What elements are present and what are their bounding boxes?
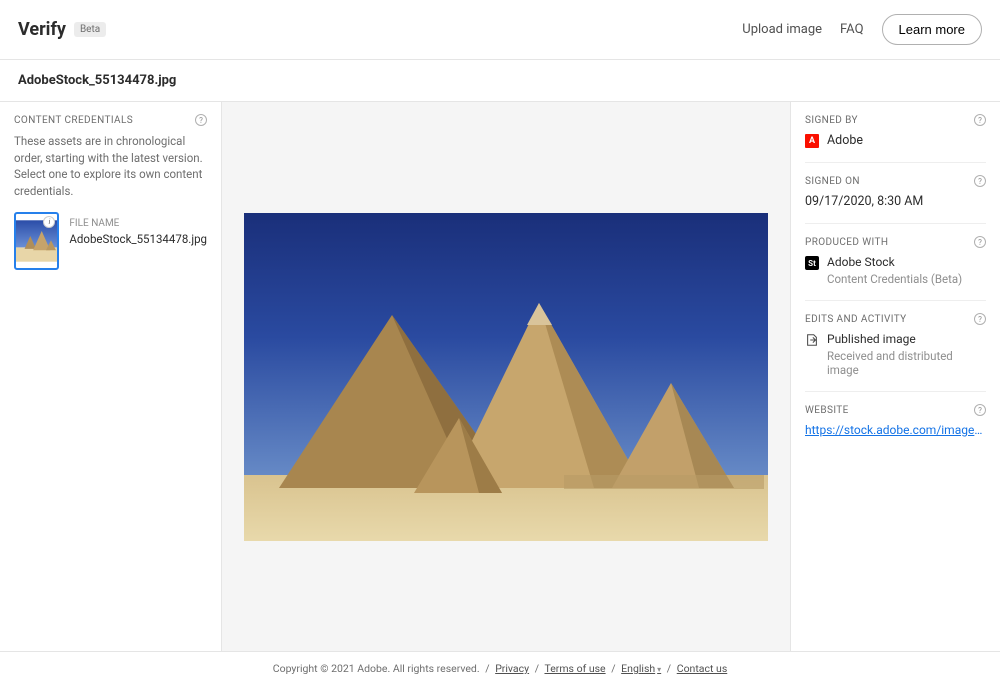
brand-block: Verify Beta <box>18 19 106 40</box>
produced-with-value: Adobe Stock <box>827 255 962 269</box>
right-panel: SIGNED BY ? A Adobe SIGNED ON ? 09/17/20… <box>790 102 1000 651</box>
asset-thumbnail-row: i FILE NAME AdobeStock_55134478.jpg <box>14 212 207 270</box>
website-label: WEBSITE <box>805 405 849 416</box>
upload-image-link[interactable]: Upload image <box>742 22 822 37</box>
adobe-logo-icon: A <box>805 134 819 148</box>
faq-link[interactable]: FAQ <box>840 22 863 37</box>
filename-bar: AdobeStock_55134478.jpg <box>0 60 1000 102</box>
app-header: Verify Beta Upload image FAQ Learn more <box>0 0 1000 60</box>
signed-by-label: SIGNED BY <box>805 115 858 126</box>
activity-subtext: Received and distributed image <box>827 349 986 377</box>
edits-activity-label: EDITS AND ACTIVITY <box>805 314 907 325</box>
produced-with-subtext: Content Credentials (Beta) <box>827 272 962 286</box>
brand-title: Verify <box>18 19 66 40</box>
learn-more-button[interactable]: Learn more <box>882 14 982 45</box>
thumbnail-labels: FILE NAME AdobeStock_55134478.jpg <box>69 212 207 246</box>
help-icon[interactable]: ? <box>974 114 986 126</box>
contact-link[interactable]: Contact us <box>677 662 728 675</box>
page-footer: Copyright © 2021 Adobe. All rights reser… <box>0 651 1000 685</box>
header-right: Upload image FAQ Learn more <box>742 14 982 45</box>
privacy-link[interactable]: Privacy <box>495 662 529 675</box>
signed-by-value: Adobe <box>827 133 863 148</box>
help-icon[interactable]: ? <box>974 313 986 325</box>
language-selector[interactable]: English▾ <box>621 662 661 675</box>
copyright-text: Copyright © 2021 Adobe. All rights reser… <box>273 662 480 675</box>
file-name-label: FILE NAME <box>69 218 207 229</box>
terms-link[interactable]: Terms of use <box>544 662 605 675</box>
main-image <box>244 213 768 541</box>
publish-icon <box>805 333 819 347</box>
left-panel: CONTENT CREDENTIALS ? These assets are i… <box>0 102 222 651</box>
produced-with-label: PRODUCED WITH <box>805 237 888 248</box>
activity-value: Published image <box>827 332 986 346</box>
pyramids-image <box>244 213 768 541</box>
website-link[interactable]: https://stock.adobe.com/images/Image-55I… <box>805 423 986 437</box>
signed-on-value: 09/17/2020, 8:30 AM <box>805 194 986 209</box>
credentials-description: These assets are in chronological order,… <box>14 133 207 200</box>
asset-thumbnail[interactable]: i <box>14 212 59 270</box>
help-icon[interactable]: ? <box>195 114 207 126</box>
signed-on-label: SIGNED ON <box>805 176 860 187</box>
image-viewer <box>222 102 790 651</box>
content-region: CONTENT CREDENTIALS ? These assets are i… <box>0 102 1000 651</box>
content-credentials-label: CONTENT CREDENTIALS <box>14 115 133 126</box>
file-name-value: AdobeStock_55134478.jpg <box>69 232 207 246</box>
beta-badge: Beta <box>74 22 106 37</box>
help-icon[interactable]: ? <box>974 404 986 416</box>
adobe-stock-icon: St <box>805 256 819 270</box>
help-icon[interactable]: ? <box>974 175 986 187</box>
help-icon[interactable]: ? <box>974 236 986 248</box>
